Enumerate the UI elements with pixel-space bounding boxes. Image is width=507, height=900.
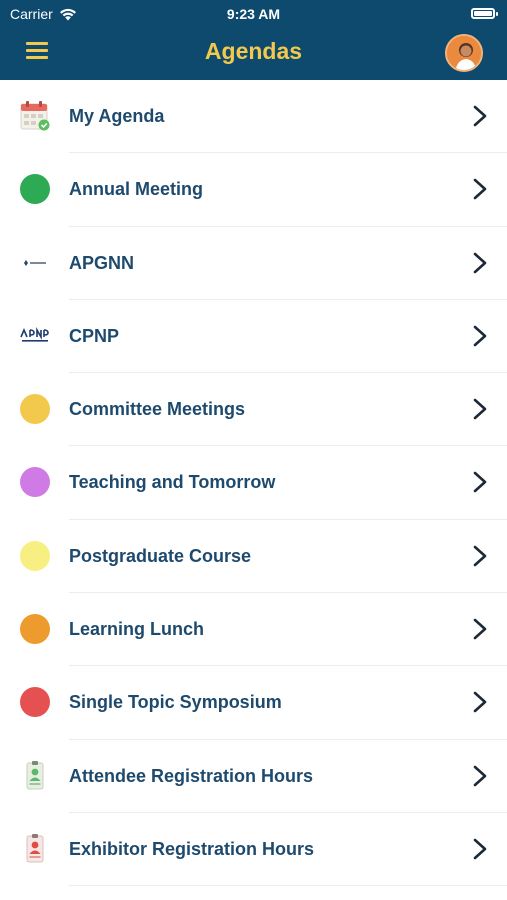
- list-item-postgraduate-course[interactable]: Postgraduate Course: [0, 520, 507, 594]
- dot-icon: [20, 467, 50, 498]
- status-bar: Carrier 9:23 AM: [0, 0, 507, 28]
- list-item-single-topic-symposium[interactable]: Single Topic Symposium: [0, 666, 507, 740]
- attendee-badge-icon: [20, 760, 50, 791]
- list-item-apgnn[interactable]: APGNN: [0, 227, 507, 301]
- list-item-label: CPNP: [69, 325, 120, 346]
- list-item-label: Annual Meeting: [69, 179, 203, 200]
- chevron-right-icon: [473, 838, 487, 860]
- dot-icon: [20, 394, 50, 425]
- chevron-right-icon: [473, 692, 487, 713]
- user-photo-icon: [447, 36, 481, 70]
- list-item-label: My Agenda: [69, 106, 165, 126]
- chevron-right-icon: [473, 472, 487, 493]
- chevron-right-icon: [473, 325, 487, 347]
- dot-icon: [20, 614, 50, 645]
- list-item-annual-meeting[interactable]: Annual Meeting: [0, 153, 507, 227]
- dot-icon: [20, 540, 50, 571]
- status-time: 9:23 AM: [226, 6, 281, 22]
- chevron-right-icon: [473, 545, 487, 567]
- calendar-icon: [20, 101, 50, 131]
- list-item-committee-meetings[interactable]: Committee Meetings: [0, 373, 507, 447]
- list-item-label: Committee Meetings: [69, 399, 246, 420]
- chevron-right-icon: [473, 765, 487, 786]
- list-item-exhibitor-registration-hours[interactable]: Exhibitor Registration Hours: [0, 813, 507, 887]
- chevron-right-icon: [473, 178, 487, 200]
- dot-icon: [20, 174, 50, 205]
- dot-icon: [20, 687, 50, 718]
- apgnn-logo: [20, 248, 50, 278]
- list-item-my-agenda[interactable]: My Agenda: [0, 80, 507, 154]
- list-item-label: Postgraduate Course: [69, 545, 252, 566]
- list-item-label: APGNN: [69, 252, 135, 273]
- list-item-label: Single Topic Symposium: [69, 692, 282, 713]
- page-title: Agendas: [204, 38, 303, 64]
- list-item-label: Attendee Registration Hours: [69, 765, 314, 786]
- battery-icon: [471, 8, 498, 19]
- chevron-right-icon: [473, 105, 487, 127]
- list-item-label: Exhibitor Registration Hours: [69, 838, 315, 859]
- chevron-right-icon: [473, 618, 487, 640]
- exhibitor-badge-icon: [20, 833, 50, 864]
- list-item-learning-lunch[interactable]: Learning Lunch: [0, 593, 507, 667]
- list-item-attendee-registration-hours[interactable]: Attendee Registration Hours: [0, 740, 507, 814]
- list-item-label: Learning Lunch: [69, 619, 204, 640]
- chevron-right-icon: [473, 252, 487, 273]
- agenda-list: My Agenda Annual Meeting APGNN CPNP Comm…: [0, 80, 507, 887]
- chevron-right-icon: [473, 398, 487, 420]
- list-item-label: Teaching and Tomorrow: [69, 472, 276, 493]
- cpnp-logo: [20, 321, 50, 351]
- list-item-cpnp[interactable]: CPNP: [0, 300, 507, 374]
- list-item-teaching-and-tomorrow[interactable]: Teaching and Tomorrow: [0, 446, 507, 521]
- nav-bar: Agendas: [0, 28, 507, 80]
- avatar[interactable]: [445, 34, 483, 72]
